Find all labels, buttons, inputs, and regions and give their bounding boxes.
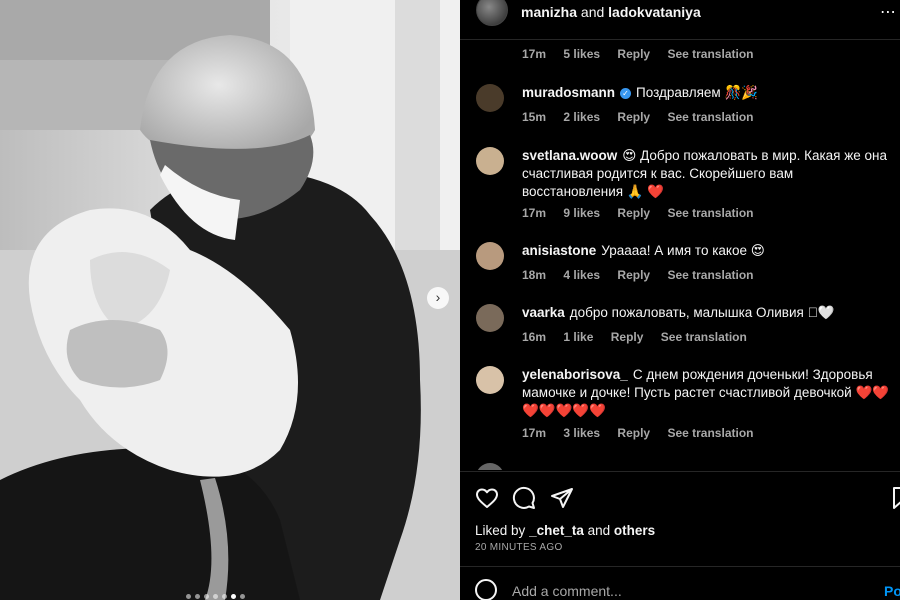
post-header: manizha and ladokvataniya ⋯ (460, 0, 900, 40)
chevron-right-icon[interactable]: › (427, 287, 449, 309)
see-translation-button[interactable]: See translation (667, 206, 753, 220)
see-translation-button[interactable]: See translation (667, 426, 753, 440)
comment-meta: 15m 2 likes Reply See translation (522, 110, 767, 124)
reply-button[interactable]: Reply (617, 426, 650, 440)
comment-likes[interactable]: 1 like (563, 330, 593, 344)
comment-username[interactable]: muradosmann (522, 85, 615, 100)
reply-button[interactable]: Reply (617, 268, 650, 282)
comment-time: 16m (522, 330, 547, 344)
see-translation-button[interactable]: See translation (667, 47, 753, 61)
comment-meta: 18m 4 likes Reply See translation (522, 268, 767, 282)
reply-button[interactable]: Reply (617, 47, 650, 61)
see-translation-button[interactable]: See translation (661, 330, 747, 344)
comments-list: 17m 5 likes Reply See translation murado… (460, 40, 900, 470)
comment-time: 18m (522, 268, 547, 282)
carousel-dots (186, 594, 245, 599)
comment-bubble-icon[interactable] (512, 486, 536, 510)
comment-likes[interactable]: 9 likes (563, 206, 600, 220)
liker-username[interactable]: _chet_ta (529, 523, 584, 538)
comment-body: Урaааа! А имя то какое 😍 (601, 243, 765, 258)
comment-text: svetlana.woow 😍 Добро пожаловать в мир. К… (522, 147, 892, 201)
comment-text: vaarka добро пожаловать, малышка Оливия 🏼… (522, 304, 892, 322)
avatar[interactable] (476, 463, 504, 470)
comment-meta: 17m 3 likes Reply See translation (522, 426, 767, 440)
bookmark-icon[interactable] (890, 486, 900, 510)
reply-button[interactable]: Reply (617, 206, 650, 220)
comment-time: 17m (522, 426, 547, 440)
heart-icon[interactable] (475, 486, 499, 510)
comment-likes[interactable]: 5 likes (563, 47, 600, 61)
comment-text: muradosmann ✓ Поздравляем 🎊🎉 (522, 84, 892, 102)
carousel-dot (222, 594, 227, 599)
author-connector: and (580, 4, 605, 20)
post-details-panel: manizha and ladokvataniya ⋯ 17m 5 likes … (460, 0, 900, 600)
avatar[interactable] (476, 242, 504, 270)
add-comment-bar: Post (460, 566, 900, 600)
comment-username[interactable]: svetlana.woow (522, 148, 617, 163)
post-comment-button[interactable]: Post (884, 583, 900, 599)
carousel-dot (213, 594, 218, 599)
avatar[interactable] (476, 0, 508, 26)
comment-likes[interactable]: 2 likes (563, 110, 600, 124)
photo-illustration (0, 0, 460, 600)
see-translation-button[interactable]: See translation (667, 110, 753, 124)
likes-others-link[interactable]: others (614, 523, 655, 538)
paper-plane-icon[interactable] (550, 486, 574, 510)
avatar[interactable] (476, 84, 504, 112)
comment-text: anisiastone Урaааа! А имя то какое 😍 (522, 242, 892, 260)
likes-summary: Liked by _chet_ta and others (475, 523, 655, 538)
comment-username[interactable]: anisiastone (522, 243, 596, 258)
avatar[interactable] (476, 304, 504, 332)
carousel-dot (204, 594, 209, 599)
comment-meta: 17m 5 likes Reply See translation (522, 47, 767, 61)
post-authors: manizha and ladokvataniya (521, 4, 701, 20)
comment-time: 15m (522, 110, 547, 124)
comment-body: Поздравляем 🎊🎉 (636, 85, 759, 100)
coauthor-username[interactable]: ladokvataniya (608, 4, 701, 20)
reply-button[interactable]: Reply (611, 330, 644, 344)
comment-likes[interactable]: 3 likes (563, 426, 600, 440)
post-photo: › (0, 0, 460, 600)
carousel-dot (240, 594, 245, 599)
more-horizontal-icon[interactable]: ⋯ (880, 2, 896, 22)
carousel-dot (186, 594, 191, 599)
post-timestamp[interactable]: 20 MINUTES AGO (475, 542, 563, 553)
comment-meta: 17m 9 likes Reply See translation (522, 206, 767, 220)
reply-button[interactable]: Reply (617, 110, 650, 124)
emoji-icon[interactable] (475, 579, 497, 600)
post-actions-bar (460, 471, 900, 521)
verified-badge-icon: ✓ (620, 88, 632, 99)
comment-time: 17m (522, 47, 547, 61)
comment-time: 17m (522, 206, 547, 220)
avatar[interactable] (476, 366, 504, 394)
comment-text: yelenaborisova_ С днем рождения доченьки!… (522, 366, 892, 420)
comment-likes[interactable]: 4 likes (563, 268, 600, 282)
carousel-dot (195, 594, 200, 599)
author-username[interactable]: manizha (521, 4, 577, 20)
comment-input[interactable] (512, 581, 812, 600)
avatar[interactable] (476, 147, 504, 175)
comment-meta: 16m 1 like Reply See translation (522, 330, 761, 344)
likes-prefix: Liked by (475, 523, 526, 538)
comment-body: добро пожаловать, малышка Оливия 🏼🤍 (569, 305, 835, 320)
carousel-dot-active (231, 594, 236, 599)
comment-username[interactable]: yelenaborisova_ (522, 367, 628, 382)
comment-username[interactable]: vaarka (522, 305, 565, 320)
see-translation-button[interactable]: See translation (667, 268, 753, 282)
likes-connector: and (587, 523, 611, 538)
